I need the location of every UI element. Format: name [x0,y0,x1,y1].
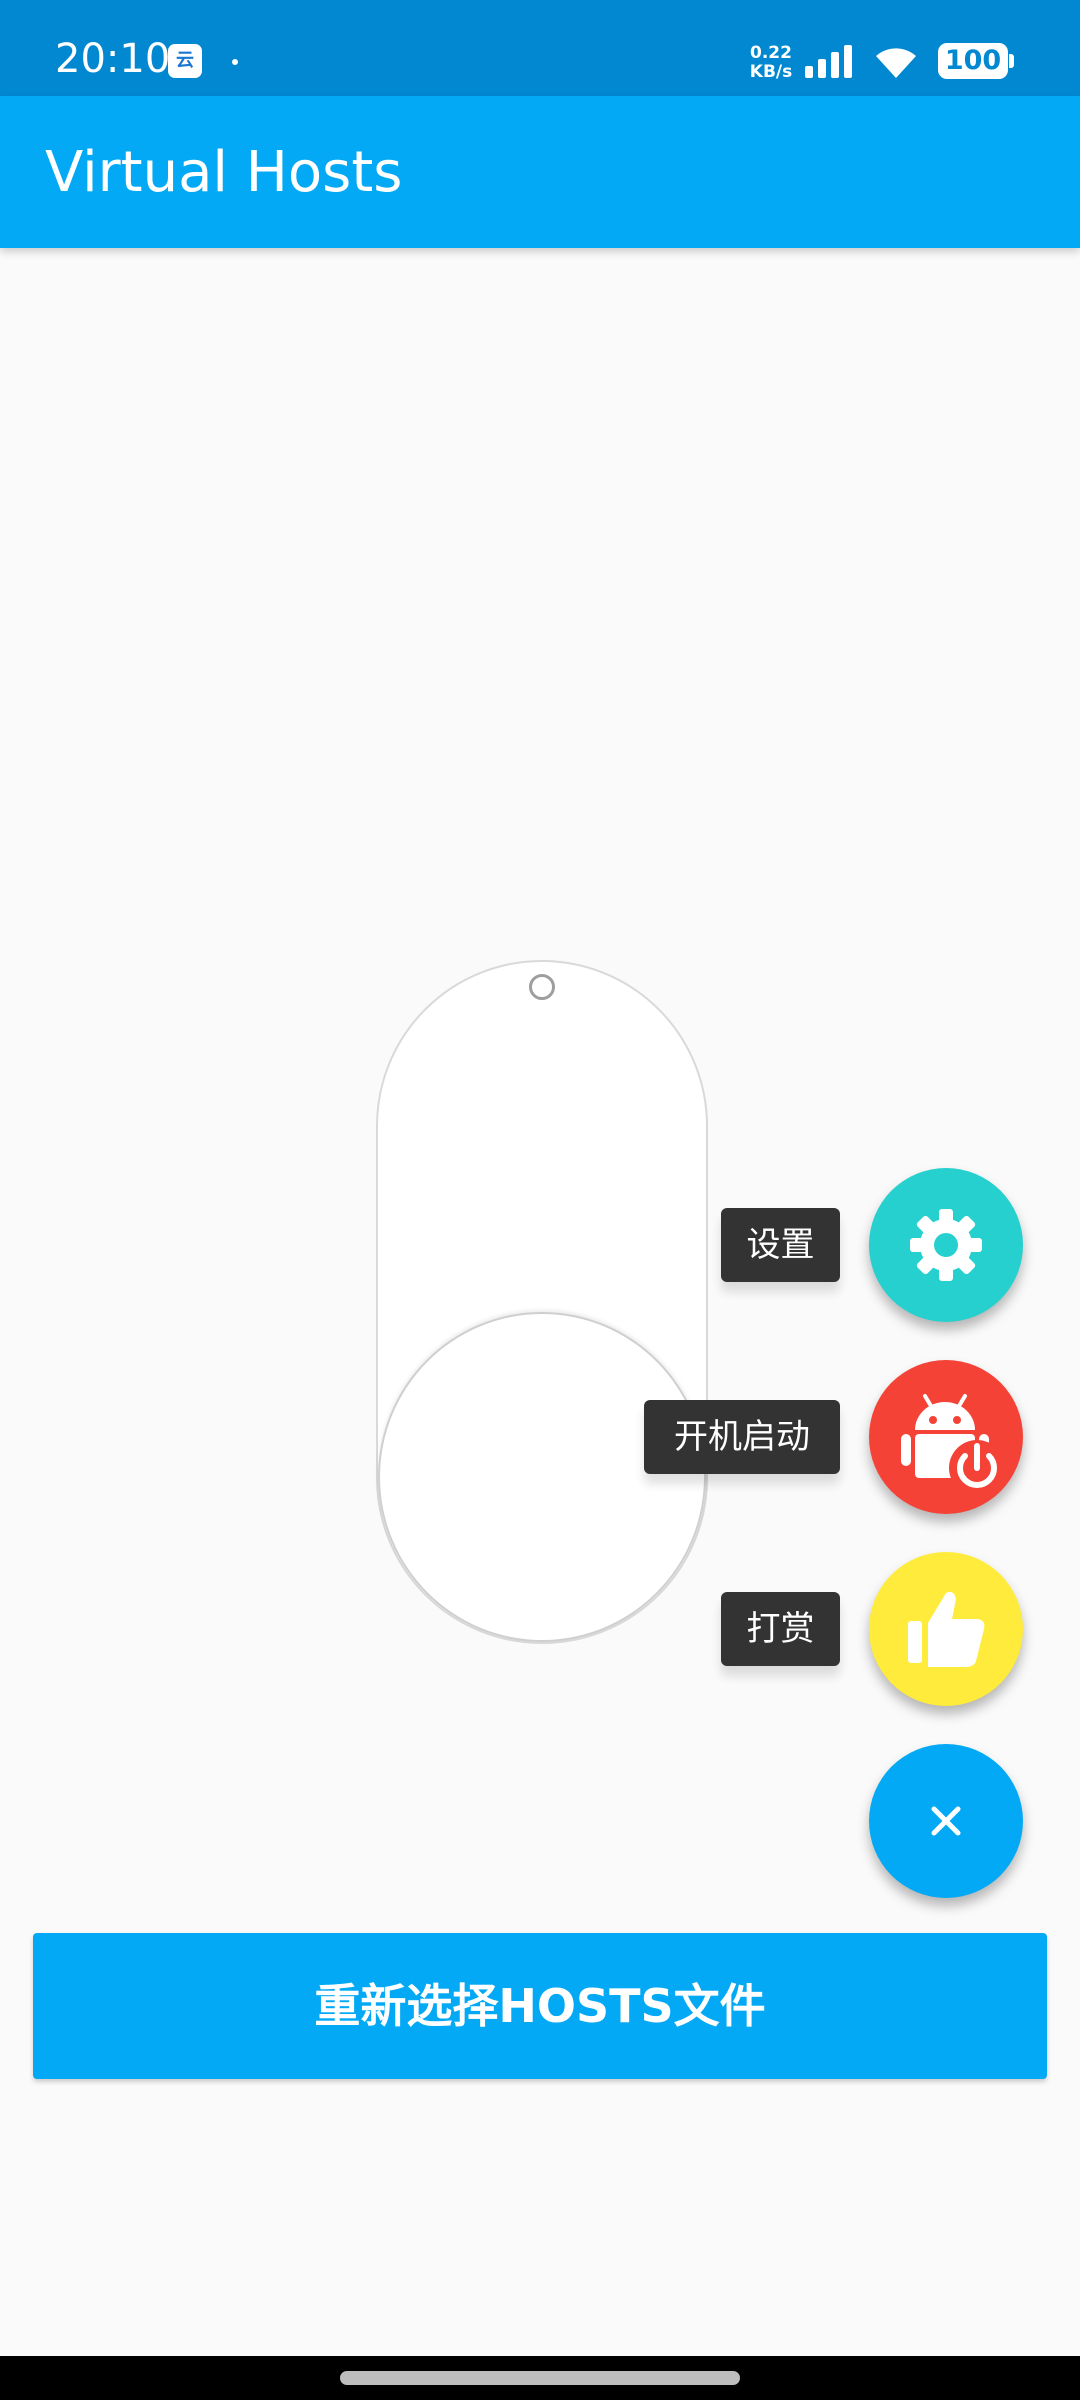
status-bar: 20:10 云 0.22 KB/s 100 [0,0,1080,96]
reward-label[interactable]: 打赏 [721,1592,840,1666]
battery-tip [1009,54,1014,68]
home-indicator[interactable] [340,2371,740,2385]
reward-fab-button[interactable] [869,1552,1023,1706]
network-speed: 0.22 KB/s [746,44,796,82]
app-bar: Virtual Hosts [0,96,1080,248]
toggle-thumb[interactable] [378,1312,706,1642]
boot-start-fab-button[interactable] [869,1360,1023,1514]
signal-icon [805,45,852,78]
toggle-on-indicator-icon [529,974,555,1000]
network-speed-value: 0.22 [750,43,792,63]
settings-fab-button[interactable] [869,1168,1023,1322]
boot-start-label[interactable]: 开机启动 [644,1400,840,1474]
android-power-icon [901,1394,1005,1496]
battery-icon: 100 [938,43,1008,79]
app-title: Virtual Hosts [45,140,403,205]
reselect-hosts-file-button[interactable]: 重新选择HOSTS文件 [33,1933,1047,2079]
cloud-app-icon: 云 [168,44,202,78]
gear-icon [910,1209,982,1281]
notification-dot-icon [232,59,238,65]
thumbs-up-icon [908,1591,985,1667]
fab-menu-close-button[interactable] [869,1744,1023,1898]
close-icon [931,1806,961,1836]
settings-label[interactable]: 设置 [721,1208,840,1282]
status-time: 20:10 [55,36,171,82]
network-speed-unit: KB/s [749,62,793,82]
wifi-icon [876,48,916,78]
